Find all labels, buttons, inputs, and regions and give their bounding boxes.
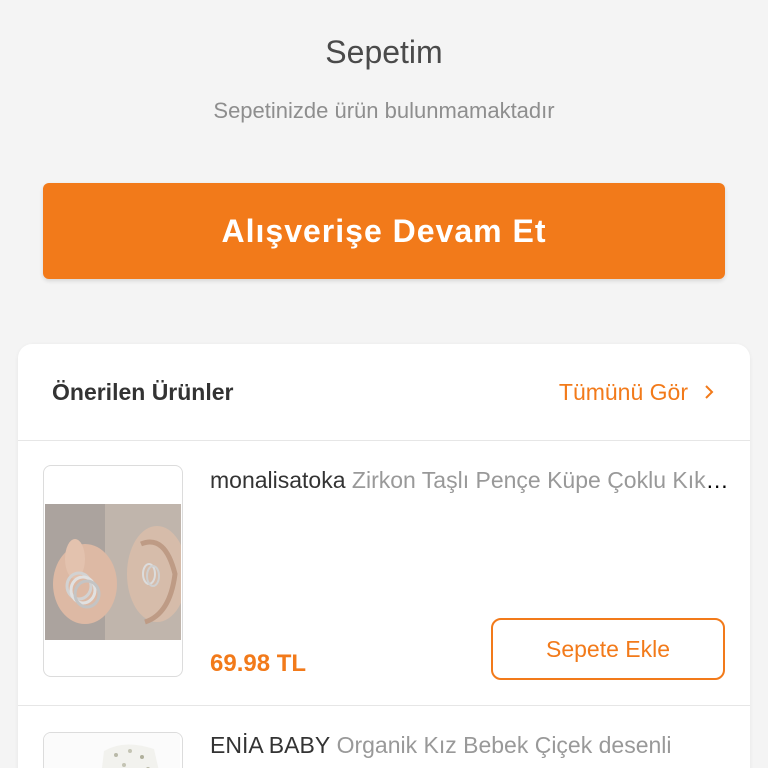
product-description: Organik Kız Bebek Çiçek desenli — [336, 732, 672, 758]
cart-page: Sepetim Sepetinizde ürün bulunmamaktadır… — [0, 0, 768, 768]
earring-photo-icon — [45, 504, 181, 640]
product-name[interactable]: ENİA BABY Organik Kız Bebek Çiçek desenl… — [210, 732, 730, 759]
recommended-title: Önerilen Ürünler — [52, 378, 234, 405]
see-all-link[interactable]: Tümünü Gör — [559, 379, 716, 406]
product-image[interactable] — [43, 732, 183, 768]
product-item[interactable]: ENİA BABY Organik Kız Bebek Çiçek desenl… — [18, 706, 750, 768]
product-price: 69.98 TL — [210, 650, 307, 677]
product-brand: monalisatoka — [210, 467, 346, 493]
recommended-products-card: Önerilen Ürünler Tümünü Gör monalisatoka… — [18, 344, 750, 768]
add-to-cart-button[interactable]: Sepete Ekle — [491, 618, 725, 680]
recommended-header: Önerilen Ürünler Tümünü Gör — [18, 344, 750, 441]
product-name[interactable]: monalisatoka Zirkon Taşlı Pençe Küpe Çok… — [210, 467, 730, 494]
empty-cart-message: Sepetinizde ürün bulunmamaktadır — [213, 98, 555, 123]
page-title: Sepetim — [325, 34, 443, 70]
see-all-label: Tümünü Gör — [558, 378, 688, 405]
baby-clothes-photo-icon — [44, 733, 180, 768]
continue-shopping-button[interactable]: Alışverişe Devam Et — [43, 183, 725, 279]
product-description: Zirkon Taşlı Pençe Küpe Çoklu Kıkırdak — [351, 467, 730, 493]
product-brand: ENİA BABY — [210, 732, 331, 758]
product-image[interactable] — [43, 465, 183, 677]
chevron-right-icon — [705, 385, 714, 399]
